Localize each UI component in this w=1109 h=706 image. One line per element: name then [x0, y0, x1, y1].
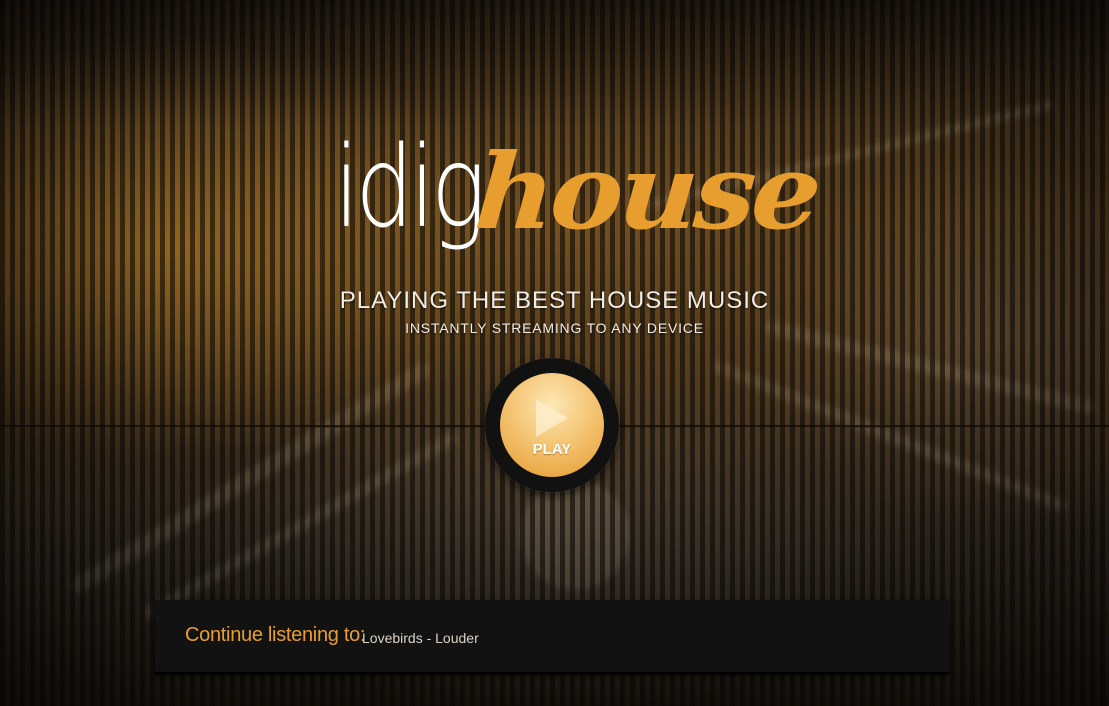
- continue-listening-bar: Continue listening to: Lovebirds - Loude…: [155, 600, 949, 674]
- continue-listening-track-link[interactable]: Lovebirds - Louder: [362, 630, 479, 646]
- play-button-label: PLAY: [532, 441, 572, 458]
- tagline-main: PLAYING THE BEST HOUSE MUSIC: [339, 287, 770, 314]
- play-button-ring: PLAY: [485, 358, 619, 492]
- background-streak: [141, 430, 459, 622]
- site-logo[interactable]: idig house: [330, 118, 822, 288]
- hero-stage: idig house PLAYING THE BEST HOUSE MUSIC …: [0, 0, 1109, 706]
- background-streak: [520, 480, 630, 590]
- logo-text-idig: idig: [334, 123, 486, 253]
- tagline-sub: INSTANTLY STREAMING TO ANY DEVICE: [405, 320, 704, 336]
- play-button[interactable]: PLAY: [500, 373, 604, 477]
- logo-text-house: house: [471, 130, 822, 253]
- continue-listening-label: Continue listening to:: [185, 624, 366, 646]
- play-icon: [536, 399, 568, 437]
